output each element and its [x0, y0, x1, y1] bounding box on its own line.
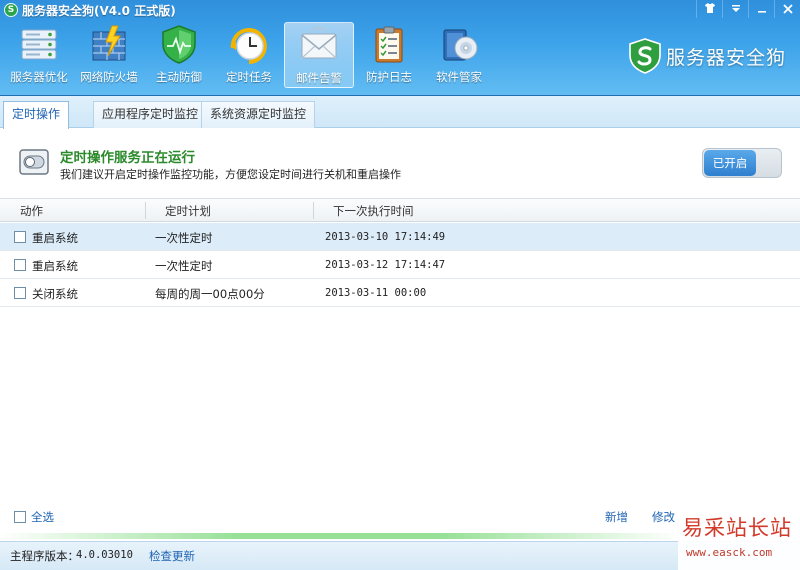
table-row[interactable]: 重启系统 一次性定时 2013-03-10 17:14:49: [0, 223, 800, 251]
select-all-label[interactable]: 全选: [31, 509, 54, 525]
check-update-link[interactable]: 检查更新: [149, 548, 195, 564]
row-plan: 一次性定时: [155, 231, 213, 245]
row-action: 重启系统: [32, 259, 78, 273]
service-switch-icon: [19, 149, 49, 175]
brand-shield-icon: [629, 38, 661, 74]
app-logo-icon: S: [4, 3, 18, 17]
select-all-checkbox[interactable]: [14, 511, 26, 523]
toolbar-protection-log[interactable]: 防护日志: [354, 22, 424, 88]
table-header: 动作 定时计划 下一次执行时间: [0, 198, 800, 222]
toolbar-label: 邮件告警: [296, 71, 342, 85]
mail-icon: [301, 27, 337, 59]
edit-button[interactable]: 修改: [652, 509, 675, 525]
table-row[interactable]: 重启系统 一次性定时 2013-03-12 17:14:47: [0, 251, 800, 279]
version-label: 主程序版本：: [10, 549, 79, 563]
brand-logo: 服务器安全狗: [628, 38, 786, 74]
row-action: 关闭系统: [32, 287, 78, 301]
log-clipboard-icon: [375, 26, 403, 63]
main-toolbar: 服务器优化 网络防火墙 主动防御 定时任务 邮件告警 防护日志 软件管家: [4, 22, 494, 88]
toolbar-label: 网络防火墙: [80, 70, 138, 84]
subtab-bar: 定时操作 应用程序定时监控 系统资源定时监控: [0, 96, 800, 129]
row-checkbox[interactable]: [14, 259, 26, 271]
divider-glow: [0, 533, 680, 539]
shield-icon: [162, 25, 196, 64]
toolbar-label: 主动防御: [156, 70, 202, 84]
toolbar-active-defense[interactable]: 主动防御: [144, 22, 214, 88]
row-next-run: 2013-03-12 17:14:47: [325, 259, 446, 271]
status-description: 我们建议开启定时操作监控功能，方便您设定时间进行关机和重启操作: [60, 168, 401, 181]
toolbar-label: 软件管家: [436, 70, 482, 84]
service-status-panel: 定时操作服务正在运行 我们建议开启定时操作监控功能，方便您设定时间进行关机和重启…: [0, 129, 800, 197]
clock-icon: [230, 28, 267, 64]
column-next-run[interactable]: 下一次执行时间: [333, 203, 414, 219]
row-checkbox[interactable]: [14, 287, 26, 299]
row-checkbox[interactable]: [14, 231, 26, 243]
tab-app-scheduled-monitor[interactable]: 应用程序定时监控: [93, 101, 208, 128]
column-divider: [145, 202, 146, 219]
brand-name: 服务器安全狗: [665, 46, 786, 69]
toolbar-server-optimize[interactable]: 服务器优化: [4, 22, 74, 88]
status-title: 定时操作服务正在运行: [60, 150, 195, 166]
toolbar-label: 服务器优化: [10, 70, 68, 84]
version-value: 4.0.03010: [76, 549, 133, 561]
row-next-run: 2013-03-10 17:14:49: [325, 231, 446, 243]
title-bar: S 服务器安全狗(V4.0 正式版): [0, 0, 800, 20]
service-toggle[interactable]: 已开启: [702, 148, 782, 178]
row-next-run: 2013-03-11 00:00: [325, 287, 427, 299]
menu-icon[interactable]: [722, 0, 748, 18]
row-action: 重启系统: [32, 231, 78, 245]
table-row[interactable]: 关闭系统 每周的周一00点00分 2013-03-11 00:00: [0, 279, 800, 307]
column-action[interactable]: 动作: [20, 203, 43, 219]
app-header: S 服务器安全狗(V4.0 正式版) 服务器优化 网络防火墙 主动防御 定时任务…: [0, 0, 800, 96]
minimize-icon[interactable]: [748, 0, 774, 18]
firewall-icon: [92, 25, 126, 61]
column-plan[interactable]: 定时计划: [165, 203, 211, 219]
toolbar-label: 定时任务: [226, 70, 272, 84]
row-plan: 每周的周一00点00分: [155, 287, 265, 301]
server-optimize-icon: [21, 29, 57, 60]
software-disc-icon: [443, 29, 478, 61]
window-title: 服务器安全狗(V4.0 正式版): [22, 4, 176, 18]
row-plan: 一次性定时: [155, 259, 213, 273]
toolbar-firewall[interactable]: 网络防火墙: [74, 22, 144, 88]
watermark-text: 易采站长站: [682, 516, 792, 540]
tab-sysresource-scheduled-monitor[interactable]: 系统资源定时监控: [201, 101, 316, 128]
site-watermark: 易采站长站 www.easck.com: [678, 508, 800, 570]
column-divider: [313, 202, 314, 219]
toolbar-label: 防护日志: [366, 70, 412, 84]
tab-scheduled-operation[interactable]: 定时操作: [3, 101, 70, 129]
window-controls: [696, 0, 800, 18]
shirt-icon[interactable]: [696, 0, 722, 18]
toolbar-mail-alert[interactable]: 邮件告警: [284, 22, 354, 88]
toolbar-software-manager[interactable]: 软件管家: [424, 22, 494, 88]
watermark-url: www.easck.com: [686, 546, 773, 559]
toolbar-scheduled-tasks[interactable]: 定时任务: [214, 22, 284, 88]
close-icon[interactable]: [774, 0, 800, 18]
toggle-on-label: 已开启: [704, 150, 756, 176]
add-button[interactable]: 新增: [605, 509, 628, 525]
